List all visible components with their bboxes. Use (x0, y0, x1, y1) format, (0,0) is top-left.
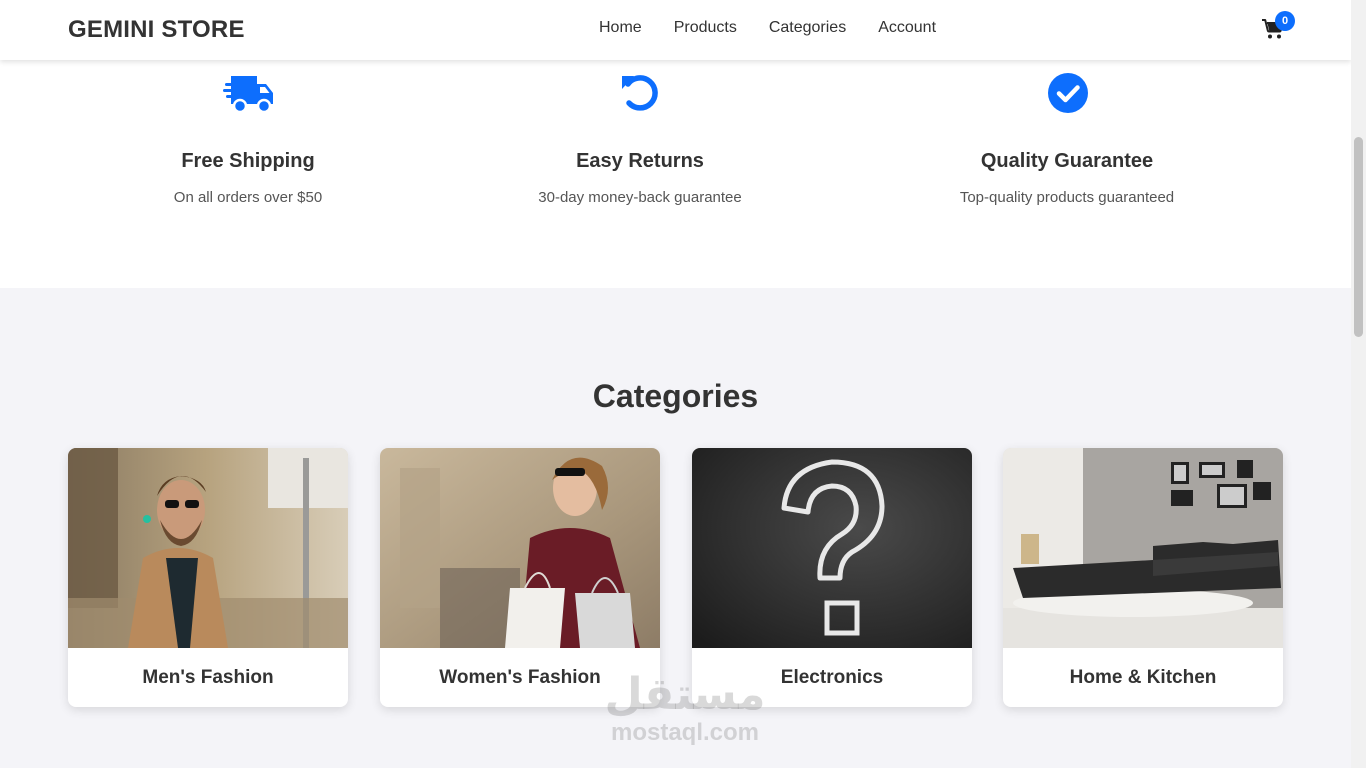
nav-categories[interactable]: Categories (769, 19, 846, 37)
watermark: مستقل mostaql.com (600, 670, 770, 746)
nav-account[interactable]: Account (878, 19, 936, 37)
feature-title: Easy Returns (576, 150, 704, 172)
feature-title: Quality Guarantee (980, 150, 1154, 172)
category-label: Home & Kitchen (1069, 667, 1217, 688)
watermark-latin: mostaql.com (610, 719, 760, 746)
watermark-arabic: مستقل (604, 669, 766, 720)
page: GEMINI STORE Home Products Categories Ac… (0, 0, 1351, 768)
undo-icon (622, 75, 658, 111)
nav-products[interactable]: Products (674, 19, 737, 37)
nav-home[interactable]: Home (599, 19, 642, 37)
feature-text: On all orders over $50 (173, 189, 323, 206)
section-title: Categories (592, 378, 759, 414)
category-image-home-kitchen (1003, 448, 1283, 648)
category-image-electronics (692, 448, 972, 648)
features-section: Free Shipping On all orders over $50 Eas… (0, 60, 1351, 288)
scrollbar-thumb[interactable] (1354, 137, 1363, 337)
category-card-home-kitchen[interactable]: Home & Kitchen (1003, 448, 1283, 707)
category-image-mens-fashion (68, 448, 348, 648)
feature-title: Free Shipping (181, 150, 315, 172)
page-scrollbar[interactable] (1351, 0, 1366, 768)
check-circle-icon (1048, 73, 1088, 113)
feature-text: Top-quality products guaranteed (959, 189, 1175, 206)
main-nav: Home Products Categories Account (599, 19, 936, 37)
site-header: GEMINI STORE Home Products Categories Ac… (0, 0, 1351, 60)
cart-count-badge: 0 (1275, 11, 1295, 31)
site-logo[interactable]: GEMINI STORE (68, 16, 245, 44)
category-image-womens-fashion (380, 448, 660, 648)
feature-text: 30-day money-back guarantee (538, 189, 742, 206)
category-card-mens-fashion[interactable]: Men's Fashion (68, 448, 348, 707)
category-label: Men's Fashion (142, 667, 274, 688)
truck-icon (223, 76, 273, 114)
